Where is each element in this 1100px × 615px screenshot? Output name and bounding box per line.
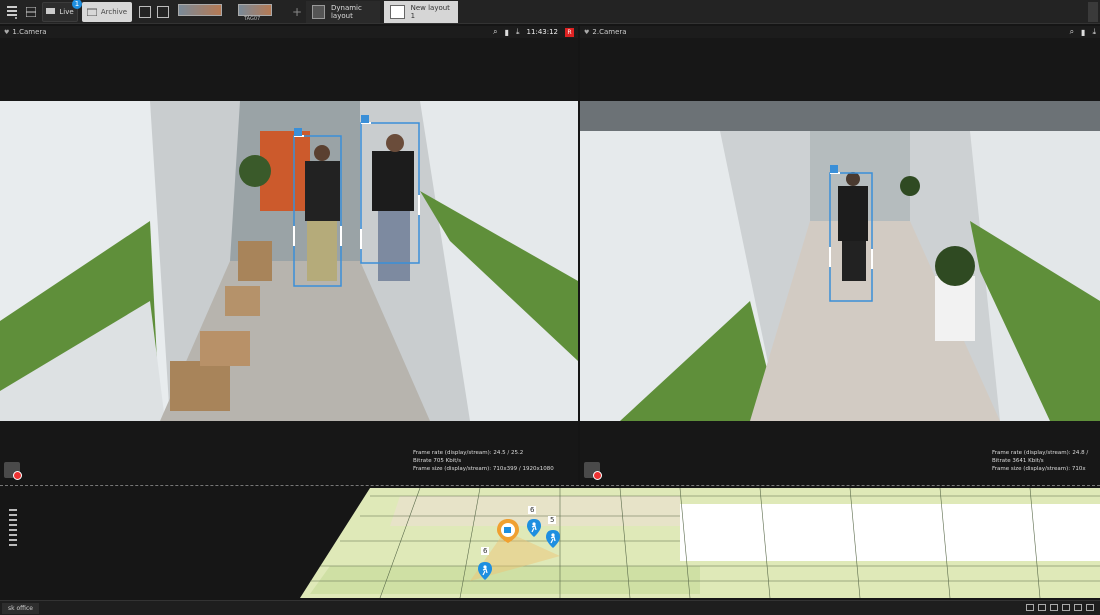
camera-title: 1.Camera (12, 28, 47, 36)
stream-stats: Frame rate (display/stream): 24.5 / 25.2… (413, 449, 554, 473)
download-icon[interactable]: ⤓ (1092, 27, 1096, 37)
comment-icon[interactable] (1062, 604, 1070, 611)
camera-tools: ⌕ ▮ ⤓ 11:43:12 R (493, 26, 574, 38)
person-pin-icon (527, 519, 541, 537)
map-tab-sk-office[interactable]: sk office (2, 602, 39, 614)
top-toolbar: Live 1 Archive TAG07 + Dynamic layout Ne… (0, 0, 1100, 24)
camera-tile-1[interactable]: ♥ 1.Camera ⌕ ▮ ⤓ 11:43:12 R Frame rate (… (0, 26, 578, 484)
layout-preview-icon (390, 5, 405, 19)
thumbnail-tag: TAG07 (244, 16, 261, 22)
bookmark-icon[interactable]: ▮ (505, 28, 509, 37)
archive-button[interactable]: Archive (82, 2, 132, 22)
tab-dynamic-layout[interactable]: Dynamic layout (306, 1, 380, 23)
marker-count: 5 (548, 516, 557, 524)
search-archive-icon[interactable] (156, 2, 170, 22)
map-person-marker[interactable]: 5 (526, 516, 557, 542)
marker-count: 6 (481, 547, 490, 555)
menu-icon[interactable] (4, 2, 20, 22)
video-feed[interactable] (0, 101, 578, 421)
download-icon[interactable]: ⤓ (516, 27, 520, 37)
layers-icon[interactable] (1038, 604, 1046, 611)
frame-size-text: Frame size (display/stream): 710x399 / 1… (413, 466, 554, 472)
recording-badge: R (565, 27, 574, 37)
layout-preview-icon (312, 5, 325, 19)
live-label: Live (59, 8, 74, 16)
grid-icon[interactable] (24, 2, 38, 22)
camera-icon[interactable] (1026, 604, 1034, 611)
camera-header: ♥ 1.Camera (0, 26, 578, 38)
settings-icon[interactable] (1074, 604, 1082, 611)
tab-label: New layout 1 (410, 4, 450, 20)
camera-pin-icon (497, 519, 519, 543)
camera-title: 2.Camera (592, 28, 627, 36)
camera-status-icon: ♥ (4, 28, 10, 36)
layout-thumbnail-1[interactable] (178, 4, 222, 16)
frame-rate-text: Frame rate (display/stream): 24.8 / (992, 450, 1089, 456)
stream-stats: Frame rate (display/stream): 24.8 / Bitr… (992, 449, 1088, 473)
map-person-marker[interactable] (545, 529, 561, 553)
tab-new-layout-1[interactable]: New layout 1 (384, 1, 458, 23)
window-menu-button[interactable] (1088, 2, 1098, 22)
bitrate-text: Bitrate 3641 Kbit/s (992, 458, 1044, 464)
archive-label: Archive (100, 8, 128, 16)
map-panel[interactable]: 6 5 6 (0, 485, 1100, 602)
camera-control-button[interactable] (584, 462, 602, 480)
camera-status-icon: ♥ (584, 28, 590, 36)
zoom-icon[interactable]: ⌕ (1070, 27, 1074, 37)
bookmark-icon[interactable]: ▮ (1081, 28, 1085, 37)
person-pin-icon (478, 562, 492, 580)
marker-count: 6 (528, 506, 537, 514)
archive-icon (86, 8, 97, 16)
camera-time: 11:43:12 (526, 28, 558, 36)
sound-icon[interactable] (1086, 604, 1094, 611)
frame-size-text: Frame size (display/stream): 710x (992, 466, 1086, 472)
camera-header: ♥ 2.Camera (580, 26, 1100, 38)
zoom-icon[interactable]: ⌕ (493, 27, 497, 37)
camera-tools: ⌕ ▮ ⤓ (1070, 26, 1096, 38)
bitrate-text: Bitrate 705 Kbit/s (413, 458, 462, 464)
bottom-bar: sk office (0, 600, 1100, 615)
add-layout-button[interactable]: + (292, 5, 302, 19)
camera-tile-2[interactable]: ♥ 2.Camera ⌕ ▮ ⤓ Frame rate (display/str… (580, 26, 1100, 484)
app-window: Live 1 Archive TAG07 + Dynamic layout Ne… (0, 0, 1100, 615)
frame-rate-text: Frame rate (display/stream): 24.5 / 25.2 (413, 450, 524, 456)
tab-label: Dynamic layout (330, 4, 362, 20)
camera-control-button[interactable] (4, 462, 22, 480)
export-icon[interactable] (138, 2, 152, 22)
copy-icon[interactable] (1050, 604, 1058, 611)
map-camera-marker[interactable]: 6 (496, 506, 537, 548)
person-pin-icon (546, 530, 560, 548)
layout-thumbnail-2[interactable] (238, 4, 272, 16)
bottom-tools (1026, 604, 1094, 611)
live-count-badge: 1 (72, 0, 82, 9)
video-feed[interactable] (580, 101, 1100, 421)
map-person-marker[interactable]: 6 (477, 547, 493, 585)
monitor-icon (46, 8, 56, 14)
